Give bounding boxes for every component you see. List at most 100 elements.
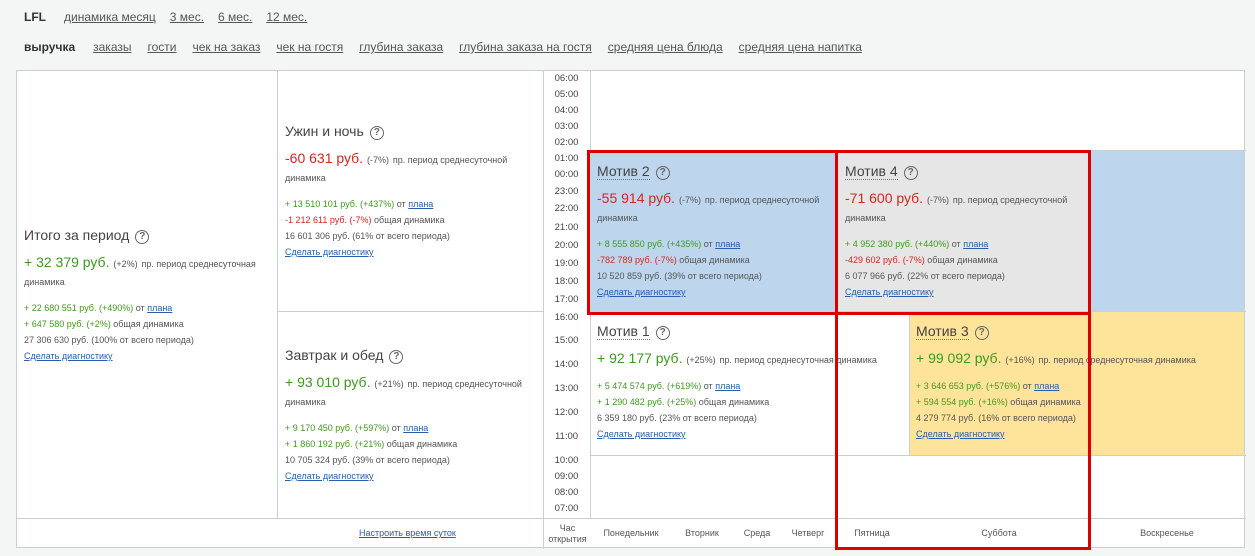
motive3-card: Мотив 3? + 99 092 руб. (+16%) пр. период…	[916, 323, 1241, 442]
motive1-diagnostics-link[interactable]: Сделать диагностику	[597, 426, 907, 442]
hour-label: 21:00	[554, 222, 579, 233]
divider	[277, 71, 278, 518]
dinner-main-value: -60 631 руб.	[285, 150, 364, 166]
motive3-title[interactable]: Мотив 3	[916, 323, 969, 340]
tab-3-months[interactable]: 3 мес.	[170, 10, 204, 24]
motive2-dynamics-text: общая динамика	[679, 255, 750, 265]
hour-label: 05:00	[554, 89, 579, 100]
motive4-main-value: -71 600 руб.	[845, 190, 924, 206]
period-tabs: LFL динамика месяц 3 мес. 6 мес. 12 мес.	[24, 10, 307, 24]
motive3-plan-link[interactable]: плана	[1034, 381, 1059, 391]
motive4-title[interactable]: Мотив 4	[845, 163, 898, 180]
motive1-dynamics-text: общая динамика	[698, 397, 770, 407]
hour-label: 23:00	[554, 186, 579, 197]
motive2-plan-link[interactable]: плана	[715, 239, 740, 249]
hour-label: 06:00	[554, 73, 579, 84]
hour-label: 09:00	[554, 471, 579, 482]
tab-avg-drink-price[interactable]: средняя цена напитка	[739, 40, 862, 54]
metric-tabs: выручка заказы гости чек на заказ чек на…	[24, 40, 862, 54]
day-wednesday: Среда	[743, 528, 771, 538]
total-title: Итого за период?	[24, 227, 274, 244]
divider	[590, 71, 591, 518]
motive3-dynamics-value: + 594 554 руб. (+16%)	[916, 397, 1008, 407]
help-icon[interactable]: ?	[974, 326, 989, 340]
hour-label: 16:00	[554, 312, 579, 323]
motive3-plan-text: от	[1022, 381, 1032, 391]
tab-12-months[interactable]: 12 мес.	[266, 10, 307, 24]
motive1-plan-link[interactable]: плана	[715, 381, 740, 391]
divider	[590, 311, 1246, 312]
tab-check-per-order[interactable]: чек на заказ	[192, 40, 260, 54]
motive1-main-desc: пр. период среднесуточная динамика	[719, 355, 877, 365]
hour-label: 13:00	[554, 383, 579, 394]
divider	[909, 312, 910, 455]
help-icon[interactable]: ?	[903, 166, 918, 180]
breakfast-plan-text: от	[391, 423, 401, 433]
motive4-main-pct: (-7%)	[926, 195, 949, 205]
help-icon[interactable]: ?	[389, 350, 404, 364]
tab-lfl[interactable]: LFL	[24, 10, 46, 24]
tab-guests[interactable]: гости	[147, 40, 176, 54]
breakfast-card: Завтрак и обед? + 93 010 руб. (+21%) пр.…	[285, 347, 537, 484]
motive2-main-value: -55 914 руб.	[597, 190, 676, 206]
tab-order-depth[interactable]: глубина заказа	[359, 40, 443, 54]
motive2-plan-value: + 8 555 850 руб. (+435%)	[597, 239, 702, 249]
total-main-value: + 32 379 руб.	[24, 254, 110, 270]
tab-month-dynamics[interactable]: динамика месяц	[64, 10, 156, 24]
hour-label: 03:00	[554, 121, 579, 132]
hour-label: 11:00	[554, 431, 579, 442]
dinner-dynamics-value: -1 212 611 руб. (-7%)	[285, 215, 372, 225]
motive1-title[interactable]: Мотив 1	[597, 323, 650, 340]
motive1-card: Мотив 1? + 92 177 руб. (+25%) пр. период…	[597, 323, 907, 442]
hour-label: 19:00	[554, 258, 579, 269]
dinner-title: Ужин и ночь?	[285, 123, 537, 140]
motive1-main-pct: (+25%)	[686, 355, 716, 365]
motive2-plan-text: от	[703, 239, 713, 249]
day-thursday: Четверг	[791, 528, 825, 538]
divider	[590, 150, 1246, 151]
total-plan-link[interactable]: плана	[147, 303, 172, 313]
motive4-card: Мотив 4? -71 600 руб. (-7%) пр. период с…	[845, 163, 1085, 300]
hour-label: 08:00	[554, 487, 579, 498]
tab-6-months[interactable]: 6 мес.	[218, 10, 252, 24]
tab-check-per-guest[interactable]: чек на гостя	[276, 40, 343, 54]
motive4-dynamics-text: общая динамика	[927, 255, 998, 265]
motive3-main-pct: (+16%)	[1005, 355, 1035, 365]
motive4-dynamics-value: -429 602 руб. (-7%)	[845, 255, 925, 265]
dinner-plan-value: + 13 510 101 руб. (+437%)	[285, 199, 395, 209]
configure-time-link[interactable]: Настроить время суток	[359, 528, 456, 538]
dinner-diagnostics-link[interactable]: Сделать диагностику	[285, 244, 537, 260]
breakfast-plan-link[interactable]: плана	[403, 423, 428, 433]
motive2-diagnostics-link[interactable]: Сделать диагностику	[597, 284, 833, 300]
motive3-share: 4 279 774 руб. (16% от всего периода)	[916, 413, 1076, 423]
hour-label: 07:00	[554, 503, 579, 514]
dashboard-board: Итого за период? + 32 379 руб. (+2%) пр.…	[16, 70, 1246, 549]
help-icon[interactable]: ?	[655, 326, 670, 340]
motive2-title[interactable]: Мотив 2	[597, 163, 650, 180]
total-share: 27 306 630 руб. (100% от всего периода)	[24, 335, 194, 345]
tab-avg-dish-price[interactable]: средняя цена блюда	[608, 40, 723, 54]
divider	[17, 518, 1246, 519]
help-icon[interactable]: ?	[135, 230, 150, 244]
breakfast-share: 10 705 324 руб. (39% от всего периода)	[285, 455, 450, 465]
total-dynamics-text: общая динамика	[113, 319, 184, 329]
total-diagnostics-link[interactable]: Сделать диагностику	[24, 348, 274, 364]
tab-order-depth-per-guest[interactable]: глубина заказа на гостя	[459, 40, 592, 54]
motive4-diagnostics-link[interactable]: Сделать диагностику	[845, 284, 1085, 300]
motive3-diagnostics-link[interactable]: Сделать диагностику	[916, 426, 1241, 442]
hour-label: 04:00	[554, 105, 579, 116]
total-plan-text: от	[135, 303, 145, 313]
dinner-plan-link[interactable]: плана	[408, 199, 433, 209]
hour-label: 15:00	[554, 335, 579, 346]
breakfast-diagnostics-link[interactable]: Сделать диагностику	[285, 468, 537, 484]
motive2-dynamics-value: -782 789 руб. (-7%)	[597, 255, 677, 265]
help-icon[interactable]: ?	[369, 126, 384, 140]
motive4-plan-link[interactable]: плана	[963, 239, 988, 249]
motive1-share: 6 359 180 руб. (23% от всего периода)	[597, 413, 757, 423]
total-dynamics-value: + 647 580 руб. (+2%)	[24, 319, 111, 329]
tab-revenue[interactable]: выручка	[24, 40, 75, 54]
help-icon[interactable]: ?	[655, 166, 670, 180]
motive1-dynamics-value: + 1 290 482 руб. (+25%)	[597, 397, 697, 407]
motive1-plan-text: от	[703, 381, 713, 391]
tab-orders[interactable]: заказы	[93, 40, 131, 54]
